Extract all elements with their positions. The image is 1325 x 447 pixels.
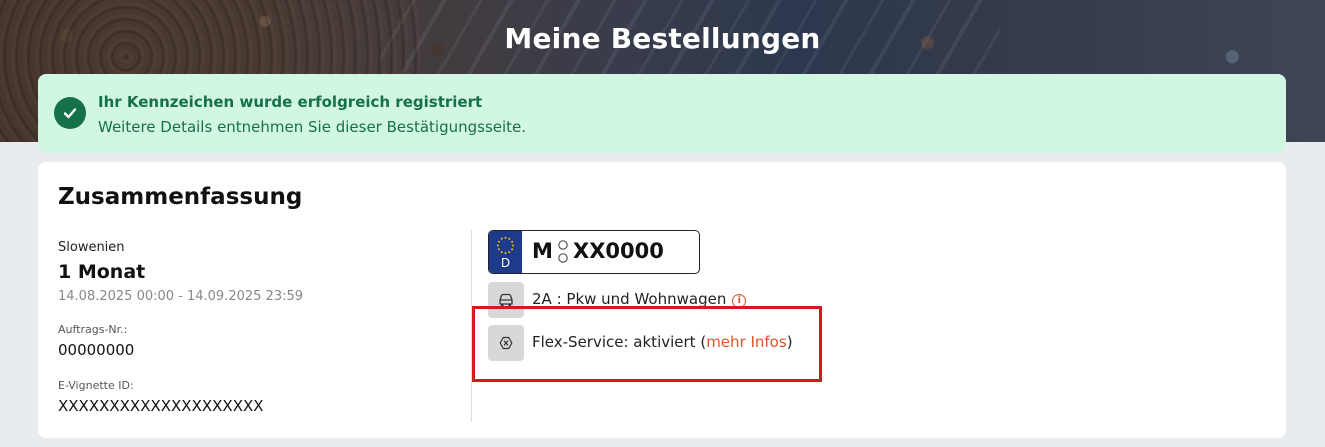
plate-number: XX0000 (573, 239, 664, 263)
info-icon[interactable]: i (732, 293, 747, 308)
order-number: 00000000 (58, 341, 135, 359)
vignette-id: XXXXXXXXXXXXXXXXXXXX (58, 397, 264, 415)
more-info-link[interactable]: mehr Infos (706, 333, 787, 351)
duration: 1 Monat (58, 261, 146, 283)
summary-heading: Zusammenfassung (58, 184, 303, 210)
car-icon (488, 282, 524, 318)
flex-service-icon (488, 325, 524, 361)
plate-city: M (532, 239, 553, 263)
page-title: Meine Bestellungen (504, 22, 821, 55)
column-divider (471, 230, 472, 422)
alert-title: Ihr Kennzeichen wurde erfolgreich regist… (98, 93, 483, 111)
flex-service-status: Flex-Service: aktiviert (mehr Infos) (532, 333, 793, 351)
vehicle-category: 2A : Pkw und Wohnwagen i (532, 290, 747, 308)
check-circle-icon (54, 97, 86, 129)
order-number-label: Auftrags-Nr.: (58, 323, 128, 336)
vignette-id-label: E-Vignette ID: (58, 379, 134, 392)
alert-message: Weitere Details entnehmen Sie dieser Bes… (98, 118, 527, 136)
success-alert: Ihr Kennzeichen wurde erfolgreich regist… (38, 74, 1286, 153)
country-label: Slowenien (58, 240, 125, 255)
country-code: D (500, 256, 511, 270)
license-plate: D M XX0000 (488, 230, 700, 274)
plate-seals-icon (558, 240, 568, 263)
eu-stars-icon (496, 236, 515, 255)
eu-band: D (489, 231, 522, 273)
summary-card: Zusammenfassung Slowenien 1 Monat 14.08.… (38, 162, 1286, 438)
validity-range: 14.08.2025 00:00 - 14.09.2025 23:59 (58, 289, 304, 304)
